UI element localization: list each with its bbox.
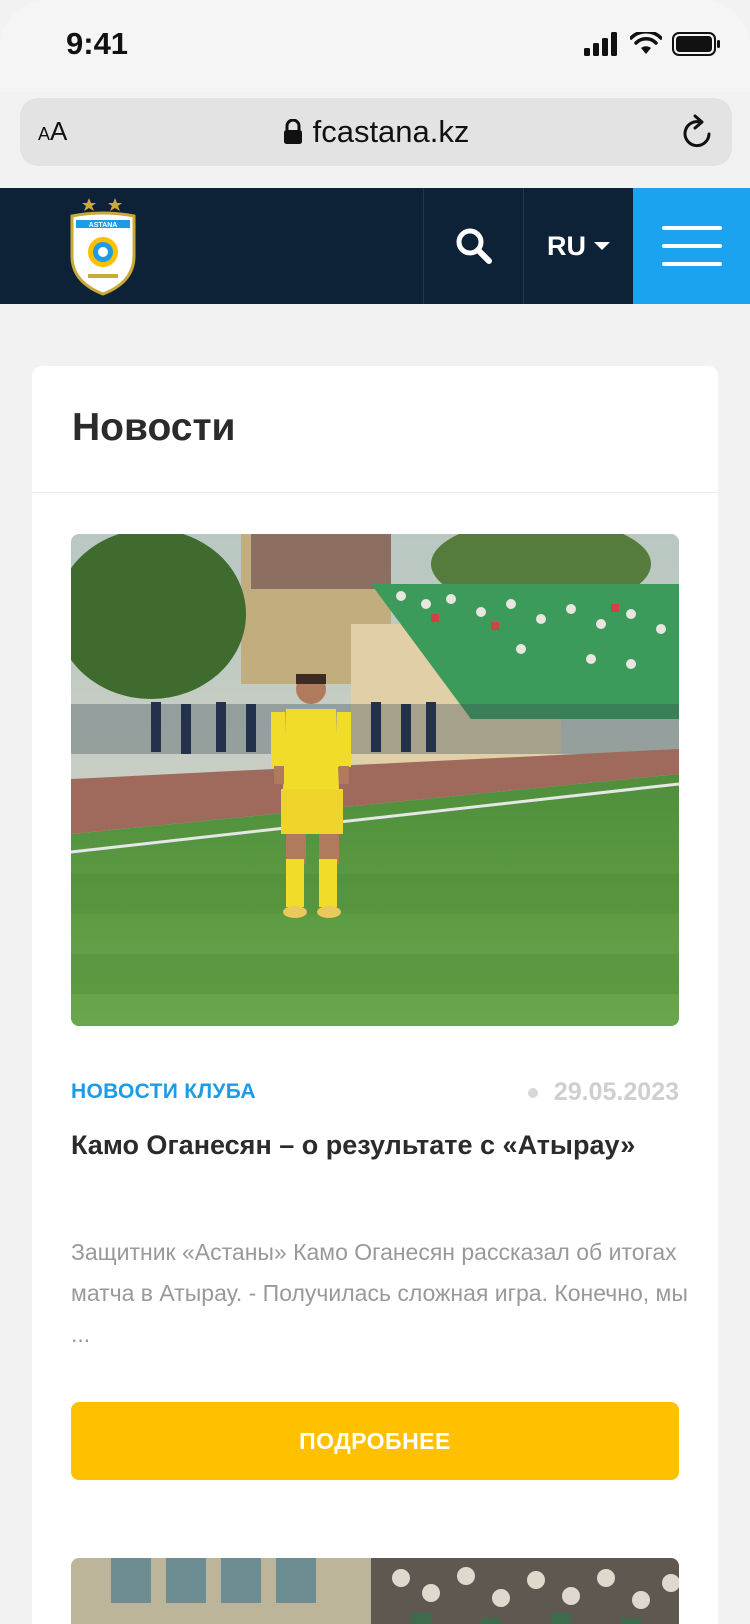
url-text: fcastana.kz	[312, 114, 470, 149]
news-category-link[interactable]: НОВОСТИ КЛУБА	[71, 1080, 256, 1104]
lock-icon	[283, 119, 302, 144]
read-more-button[interactable]: ПОДРОБНЕЕ	[71, 1402, 679, 1480]
club-logo[interactable]: ASTANA	[68, 194, 138, 298]
hamburger-line	[661, 244, 722, 248]
status-bar: 9:41	[0, 0, 750, 92]
section-title: Новости	[72, 406, 236, 449]
address-bar[interactable]: AA fcastana.kz	[20, 98, 732, 166]
reload-icon[interactable]	[678, 112, 716, 152]
next-news-photo[interactable]	[71, 1558, 679, 1624]
svg-text:ASTANA: ASTANA	[89, 222, 118, 229]
news-date-wrap: 29.05.2023	[527, 1078, 679, 1107]
hamburger-line	[661, 226, 722, 230]
hamburger-line	[661, 262, 722, 266]
hamburger-menu-button[interactable]	[633, 188, 750, 304]
status-time: 9:41	[66, 26, 129, 61]
language-label: RU	[547, 230, 586, 261]
battery-icon	[672, 32, 720, 56]
site-header: ASTANA RU	[0, 188, 750, 304]
status-icons	[584, 32, 722, 56]
signal-icon	[584, 32, 617, 56]
url-display[interactable]: fcastana.kz	[20, 114, 732, 150]
language-selector[interactable]: RU	[523, 188, 633, 304]
search-icon	[456, 228, 492, 264]
football-player-photo	[71, 534, 679, 1026]
crowd-photo	[71, 1558, 679, 1624]
news-excerpt: Защитник «Астаны» Камо Оганесян рассказа…	[71, 1239, 688, 1347]
search-button[interactable]	[423, 188, 523, 304]
news-headline[interactable]: Камо Оганесян – о результате с «Атырау»	[71, 1130, 691, 1161]
bullet-dot	[527, 1087, 538, 1098]
divider	[32, 492, 718, 493]
wifi-icon	[630, 32, 662, 54]
news-photo[interactable]	[71, 534, 679, 1026]
caret-down-icon	[594, 242, 610, 250]
news-card: Новости НОВОСТИ КЛУБА 29.05.2023 Камо Ог…	[32, 366, 718, 1624]
news-meta: НОВОСТИ КЛУБА 29.05.2023	[71, 1076, 679, 1110]
news-date: 29.05.2023	[553, 1078, 679, 1106]
